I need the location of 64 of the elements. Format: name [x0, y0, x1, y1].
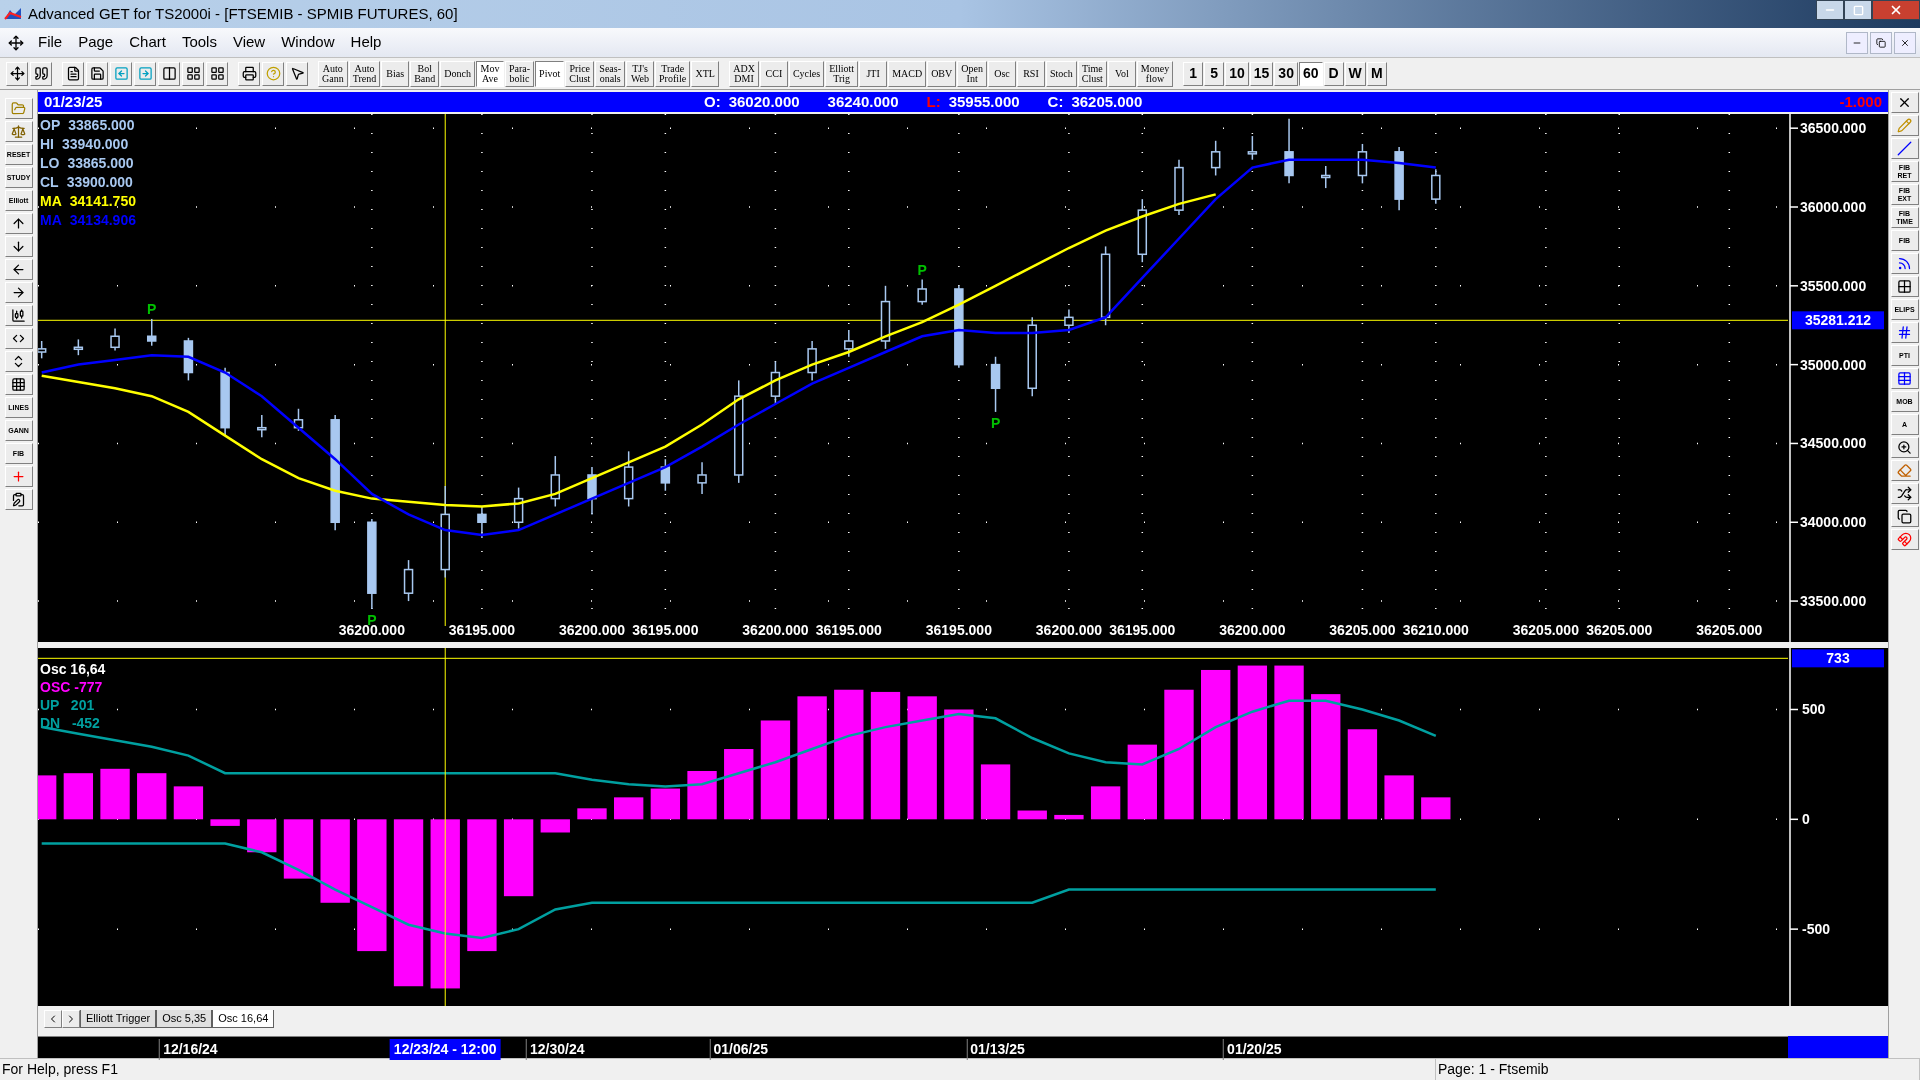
axis-label: 36200.000 — [558, 622, 626, 638]
axis-label: 36195.000 — [632, 622, 699, 638]
axis-label: 36210.000 — [1402, 622, 1469, 638]
axis-label: 35500.000 — [1800, 277, 1867, 294]
legend-label: OP — [40, 116, 61, 135]
price-marker: 35281.212 — [1792, 311, 1884, 330]
field-value: 36205.000 — [1071, 91, 1143, 112]
axis-label: 36205.000 — [1586, 622, 1653, 638]
pivot-marker: P — [990, 414, 1001, 431]
ref-line-label: 35281.212 — [1804, 312, 1872, 329]
axis-label: 36195.000 — [448, 622, 515, 638]
axis-label: 36200.000 — [742, 622, 809, 638]
legend-entry: UP 201 — [40, 696, 96, 714]
axis-label: 36205.000 — [1512, 622, 1579, 638]
legend-label: CL — [40, 173, 59, 192]
date-label: 01/13/25 — [966, 1039, 1025, 1060]
field-value: 36240.000 — [827, 91, 899, 112]
field-label: O: — [704, 91, 721, 112]
axis-label: -500 — [1802, 921, 1831, 938]
change-value: -1.000 — [1839, 91, 1882, 112]
axis-label: 0 — [1802, 811, 1810, 828]
pivot-marker: P — [147, 300, 157, 317]
axis-label: 36205.000 — [1329, 622, 1396, 638]
axis-label: 33500.000 — [1800, 593, 1867, 610]
legend-value: 34134.906 — [69, 211, 136, 230]
date-label: 12/16/24 — [159, 1039, 218, 1060]
axis-label: 36200.000 — [1219, 622, 1286, 638]
axis-label: 34500.000 — [1800, 435, 1867, 452]
crosshair-date-label: 12/23/24 - 12:00 — [389, 1039, 501, 1060]
legend-label: LO — [40, 154, 60, 173]
axis-label: 36205.000 — [1696, 622, 1763, 638]
status-page-text: Page: 1 - Ftsemib — [1435, 1058, 1920, 1080]
field-value: 36020.000 — [728, 91, 800, 112]
date-label: 12/30/24 — [526, 1039, 585, 1060]
pivot-marker: P — [917, 261, 927, 278]
legend-value: 34141.750 — [69, 192, 136, 211]
axis-label: 36195.000 — [815, 622, 882, 638]
status-help-text: For Help, press F1 — [1, 1060, 119, 1079]
axis-label: 36200.000 — [1035, 622, 1102, 638]
window-title: Advanced GET for TS2000i - [FTSEMIB - SPMIB FUTURES, 60] — [28, 3, 458, 24]
axis-label: 34000.000 — [1800, 514, 1867, 531]
ref-line-label: 733 — [1826, 650, 1850, 667]
axis-label: 36000.000 — [1800, 199, 1867, 215]
legend-value: 33865.000 — [67, 154, 134, 173]
date-label: 01/20/25 — [1223, 1039, 1282, 1060]
legend-entry: OSC -777 — [40, 678, 104, 696]
axis-label: 500 — [1802, 701, 1826, 718]
legend-label: MA — [40, 211, 62, 230]
legend-label: MA — [40, 192, 62, 211]
field-label: C: — [1047, 91, 1064, 112]
field-value: 35955.000 — [948, 91, 1020, 112]
legend-entry: Osc 16,64 — [40, 660, 106, 678]
legend-value: 33865.000 — [68, 116, 135, 135]
legend-label: HI — [40, 135, 54, 154]
date-text: 01/23/25 — [44, 91, 104, 112]
axis-label: 35000.000 — [1800, 356, 1867, 373]
legend-value: 33900.000 — [66, 173, 133, 192]
field-label: L: — [926, 91, 941, 112]
axis-label: 36195.000 — [925, 622, 992, 638]
axis-label: 36500.000 — [1800, 120, 1867, 137]
value-marker: 733 — [1792, 649, 1884, 668]
date-label: 01/06/25 — [709, 1039, 768, 1060]
axis-label: 36195.000 — [1109, 622, 1176, 638]
legend-value: 33940.000 — [62, 135, 129, 154]
